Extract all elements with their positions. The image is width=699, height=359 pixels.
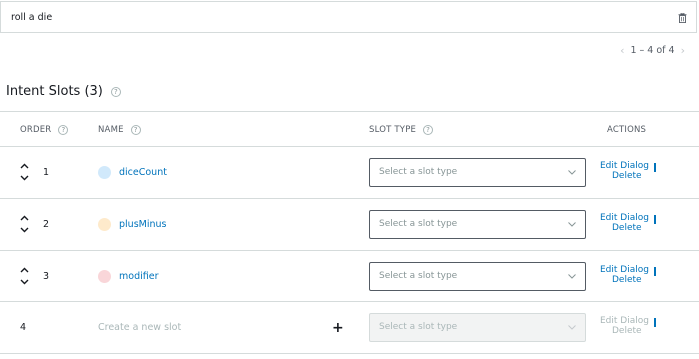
slot-type-select[interactable]: Select a slot type <box>369 262 586 291</box>
column-header-order: ORDER ? <box>20 125 69 135</box>
actions-separator <box>654 267 656 276</box>
table-row: 2 plusMinus Select a slot type Edit Dial… <box>0 199 699 251</box>
new-slot-row: 4 Create a new slot + Select a slot type… <box>0 302 699 354</box>
edit-dialog-link: Edit Dialog <box>600 316 649 326</box>
row-order: 3 <box>43 271 50 282</box>
help-circle-icon[interactable]: ? <box>58 125 69 135</box>
chevron-down-icon <box>568 274 576 279</box>
row-actions: Edit Dialog Delete <box>600 316 670 336</box>
sample-utterance-row[interactable]: roll a die <box>0 1 697 33</box>
slot-color-dot <box>98 166 111 179</box>
section-title: Intent Slots (3) <box>6 84 103 99</box>
intent-slots-heading: Intent Slots (3) ? <box>6 84 121 99</box>
delete-link[interactable]: Delete <box>600 171 670 181</box>
slot-type-select: Select a slot type <box>369 313 586 342</box>
row-order: 1 <box>43 167 50 178</box>
help-circle-icon[interactable]: ? <box>130 125 141 135</box>
slot-name-link[interactable]: modifier <box>119 271 158 282</box>
row-actions: Edit Dialog Delete <box>600 213 670 233</box>
chevron-down-icon <box>568 222 576 227</box>
column-header-actions: ACTIONS <box>607 125 646 135</box>
plus-icon[interactable]: + <box>332 320 344 336</box>
slot-type-select[interactable]: Select a slot type <box>369 210 586 239</box>
slot-name-link[interactable]: plusMinus <box>119 219 166 230</box>
edit-dialog-link[interactable]: Edit Dialog <box>600 161 670 171</box>
chevron-down-icon <box>568 170 576 175</box>
slot-color-dot <box>98 218 111 231</box>
slot-name-link[interactable]: diceCount <box>119 167 167 178</box>
utterance-text[interactable]: roll a die <box>11 12 52 23</box>
reorder-arrows-icon[interactable] <box>20 266 29 286</box>
divider <box>0 353 699 354</box>
slot-type-placeholder: Select a slot type <box>379 271 458 281</box>
table-row: 3 modifier Select a slot type Edit Dialo… <box>0 251 699 303</box>
edit-dialog-link[interactable]: Edit Dialog <box>600 265 670 275</box>
chevron-left-icon[interactable]: ‹ <box>620 44 624 57</box>
reorder-arrows-icon[interactable] <box>20 214 29 234</box>
pagination-label: 1 – 4 of 4 <box>630 45 675 56</box>
new-slot-input[interactable]: Create a new slot <box>98 322 181 333</box>
row-actions: Edit Dialog Delete <box>600 161 670 181</box>
row-actions: Edit Dialog Delete <box>600 265 670 285</box>
slot-type-placeholder: Select a slot type <box>379 167 458 177</box>
reorder-arrows-icon[interactable] <box>20 162 29 182</box>
chevron-right-icon[interactable]: › <box>681 44 685 57</box>
help-circle-icon[interactable]: ? <box>110 86 121 97</box>
column-header-actions-label: ACTIONS <box>607 125 647 135</box>
delete-link[interactable]: Delete <box>600 223 670 233</box>
table-row: 1 diceCount Select a slot type Edit Dial… <box>0 147 699 199</box>
row-order: 2 <box>43 219 50 230</box>
slot-type-placeholder: Select a slot type <box>379 322 458 332</box>
pagination: ‹ 1 – 4 of 4 › <box>620 44 685 57</box>
delete-link: Delete <box>612 326 642 336</box>
actions-separator <box>654 215 656 224</box>
actions-separator <box>654 163 656 172</box>
column-header-slot-type-label: SLOT TYPE <box>369 125 417 135</box>
trash-icon[interactable] <box>678 13 687 23</box>
chevron-down-icon <box>568 325 576 330</box>
column-header-order-label: ORDER <box>20 125 52 135</box>
column-header-name: NAME ? <box>98 125 141 135</box>
column-header-name-label: NAME <box>98 125 124 135</box>
actions-separator <box>654 318 656 327</box>
edit-dialog-link[interactable]: Edit Dialog <box>600 213 670 223</box>
slot-color-dot <box>98 270 111 283</box>
divider <box>0 111 699 112</box>
row-order: 4 <box>20 322 27 333</box>
slot-type-select[interactable]: Select a slot type <box>369 158 586 187</box>
help-circle-icon[interactable]: ? <box>423 125 434 135</box>
column-header-slot-type: SLOT TYPE ? <box>369 125 434 135</box>
delete-link[interactable]: Delete <box>600 275 670 285</box>
slot-type-placeholder: Select a slot type <box>379 219 458 229</box>
